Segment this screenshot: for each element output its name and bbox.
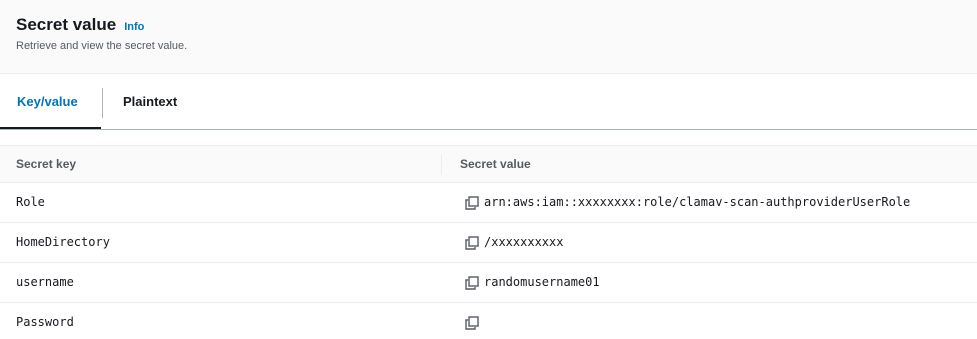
info-link[interactable]: Info xyxy=(124,21,144,33)
copy-icon[interactable] xyxy=(465,235,479,250)
tab-plaintext[interactable]: Plaintext xyxy=(103,75,177,129)
page-title: Secret value xyxy=(16,15,117,34)
secret-value-text: /xxxxxxxxxx xyxy=(484,235,564,249)
secret-value-cell xyxy=(465,303,484,339)
table-row: Role arn:aws:iam::xxxxxxxx:role/clamav-s… xyxy=(0,183,977,223)
page-header: Secret value Info Retrieve and view the … xyxy=(0,0,977,74)
table-row: HomeDirectory /xxxxxxxxxx xyxy=(0,223,977,263)
tab-key-value[interactable]: Key/value xyxy=(0,75,101,129)
secret-table: Secret key Secret value Role arn:aws:iam… xyxy=(0,145,977,339)
table-row: Password xyxy=(0,303,977,339)
secret-key-cell: Password xyxy=(16,315,74,329)
column-divider xyxy=(441,155,442,175)
copy-icon[interactable] xyxy=(465,315,479,330)
secret-value-cell: /xxxxxxxxxx xyxy=(465,223,563,262)
copy-icon[interactable] xyxy=(465,195,479,210)
secret-value-cell: randomusername01 xyxy=(465,263,600,302)
column-header-secret-key: Secret key xyxy=(16,157,77,171)
page-subtitle: Retrieve and view the secret value. xyxy=(16,40,188,52)
secret-key-cell: Role xyxy=(16,195,45,209)
copy-icon[interactable] xyxy=(465,275,479,290)
secret-value-text: arn:aws:iam::xxxxxxxx:role/clamav-scan-a… xyxy=(484,195,911,209)
title-row: Secret value Info xyxy=(16,15,144,35)
table-header: Secret key Secret value xyxy=(0,145,977,183)
table-row: username randomusername01 xyxy=(0,263,977,303)
secret-key-cell: username xyxy=(16,275,74,289)
secret-key-cell: HomeDirectory xyxy=(16,235,110,249)
secret-value-text: randomusername01 xyxy=(484,275,600,289)
tab-bar: Key/value Plaintext xyxy=(0,75,977,130)
secret-value-cell: arn:aws:iam::xxxxxxxx:role/clamav-scan-a… xyxy=(465,183,910,222)
column-header-secret-value: Secret value xyxy=(460,157,531,171)
